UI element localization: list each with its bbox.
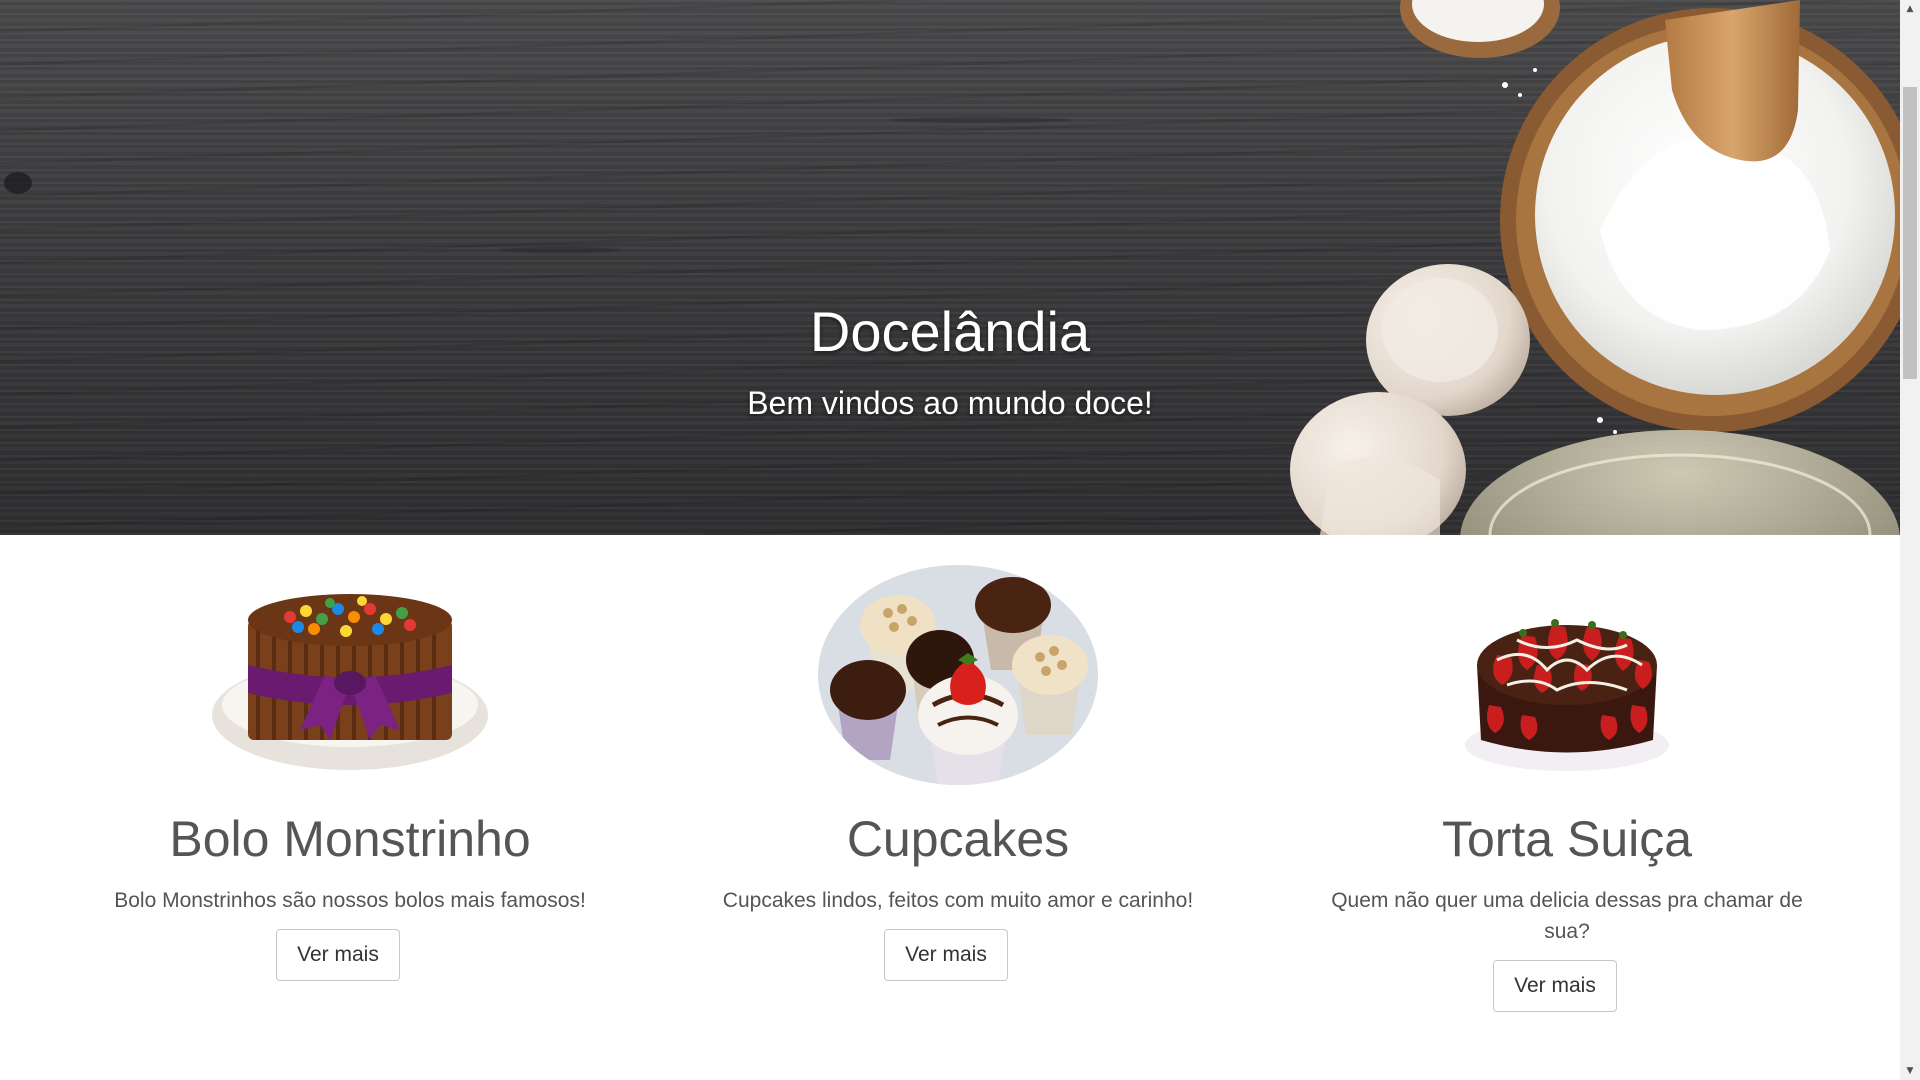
- product-name: Bolo Monstrinho: [169, 811, 531, 867]
- ver-mais-button[interactable]: Ver mais: [1493, 960, 1617, 1012]
- cupcakes-image: [818, 565, 1098, 785]
- ver-mais-button[interactable]: Ver mais: [276, 929, 400, 981]
- bolo-monstrinho-image: [212, 594, 488, 770]
- vertical-scrollbar[interactable]: ▲ ▼: [1900, 0, 1920, 1080]
- site-title: Docelândia: [809, 300, 1091, 363]
- product-name: Torta Suiça: [1441, 811, 1693, 867]
- ver-mais-button[interactable]: Ver mais: [884, 929, 1008, 981]
- page: Docelândia Bem vindos ao mundo doce! Bol…: [0, 0, 1920, 1080]
- product-description: Quem não quer uma delicia dessas pra cha…: [1331, 889, 1803, 943]
- products-section: Bolo Monstrinho Bolo Monstrinhos são nos…: [75, 535, 1900, 1080]
- site-subtitle: Bem vindos ao mundo doce!: [747, 385, 1153, 421]
- scrollbar-thumb[interactable]: [1903, 87, 1917, 379]
- product-description: Bolo Monstrinhos são nossos bolos mais f…: [114, 889, 586, 912]
- hero-banner: Docelândia Bem vindos ao mundo doce!: [0, 0, 1900, 535]
- triangle-up-icon[interactable]: ▲: [1900, 0, 1920, 18]
- product-name: Cupcakes: [846, 811, 1070, 867]
- torta-suica-image: [1465, 619, 1669, 771]
- browser-viewport: Docelândia Bem vindos ao mundo doce! Bol…: [0, 0, 1900, 1080]
- hero-background-image: [4, 0, 1900, 535]
- triangle-down-icon[interactable]: ▼: [1900, 1062, 1920, 1080]
- product-description: Cupcakes lindos, feitos com muito amor e…: [722, 889, 1194, 912]
